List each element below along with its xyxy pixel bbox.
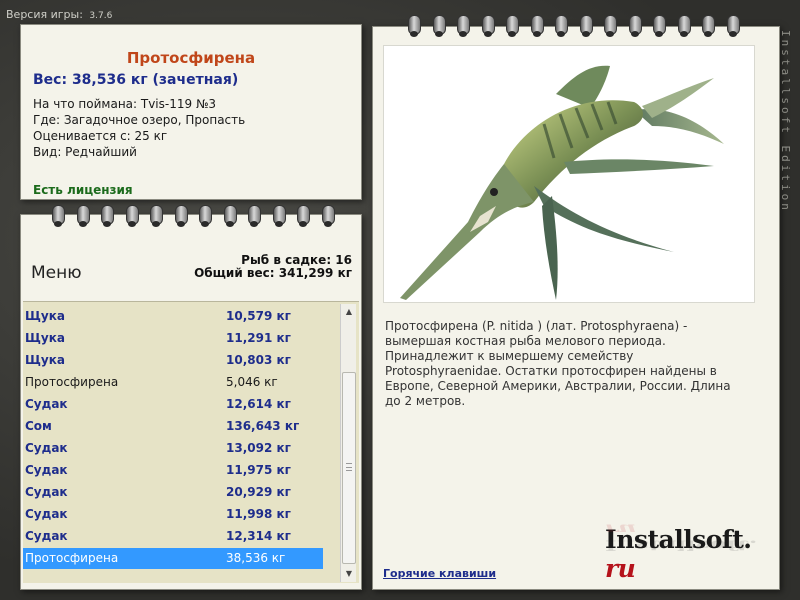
fish-name: Судак: [25, 485, 68, 499]
brand-suffix-reflection: ru: [605, 521, 637, 538]
location-info: Где: Загадочное озеро, Пропасть: [33, 113, 246, 127]
fish-weight: 10,579 кг: [226, 309, 291, 323]
ring-icon: [268, 205, 293, 229]
fish-weight: 11,975 кг: [226, 463, 291, 477]
fish-row[interactable]: Щука 11,291 кг: [25, 328, 322, 349]
fish-row[interactable]: Судак 20,929 кг: [25, 482, 322, 503]
logo-reflection: Installsoft. ru: [605, 521, 779, 553]
fish-weight: Вес: 38,536 кг (зачетная): [33, 72, 239, 88]
fish-name: Щука: [25, 353, 65, 367]
ring-icon: [219, 205, 244, 229]
ring-icon: [194, 205, 219, 229]
protosphyraena-illustration: [400, 65, 724, 300]
fish-name-title: Протосфирена: [126, 49, 256, 67]
cage-fish-list[interactable]: Щука 10,579 кг Щука 11,291 кг Щука 10,803 кг П…: [23, 301, 359, 583]
fish-image: [383, 45, 755, 303]
fish-name: Щука: [25, 331, 65, 345]
ring-icon: [170, 205, 195, 229]
brand-suffix: ru: [605, 554, 636, 583]
fish-weight: 11,998 кг: [226, 507, 291, 521]
fish-row[interactable]: Щука 10,803 кг: [25, 350, 322, 371]
ring-icon: [47, 205, 72, 229]
hotkeys-link[interactable]: Горячие клавиши: [383, 567, 496, 580]
ring-icon: [145, 205, 170, 229]
ring-icon: [575, 15, 600, 39]
selected-fish-row[interactable]: Протосфирена 38,536 кг: [23, 548, 323, 569]
version-label: Версия игры:: [6, 8, 83, 21]
fish-detail-card: Протосфирена (P. nitida ) (лат. Protosph…: [372, 15, 780, 590]
ring-icon: [96, 205, 121, 229]
fish-row[interactable]: Щука 10,579 кг: [25, 306, 322, 327]
binder-rings: [403, 15, 746, 39]
fish-weight: 12,614 кг: [226, 397, 291, 411]
version-number: 3.7.6: [89, 11, 113, 21]
fish-name: Сом: [25, 419, 52, 433]
fish-count: Рыб в садке: 16: [241, 253, 352, 267]
fish-name: Судак: [25, 507, 68, 521]
fish-row[interactable]: Судак 11,998 кг: [25, 504, 322, 525]
edition-watermark: Installsoft Edition: [779, 30, 792, 213]
fish-weight: 11,291 кг: [226, 331, 291, 345]
ring-icon: [292, 205, 317, 229]
fish-row[interactable]: Сом 136,643 кг: [25, 416, 322, 437]
ring-icon: [243, 205, 268, 229]
fish-name: Щука: [25, 309, 65, 323]
fish-row[interactable]: Судак 11,975 кг: [25, 460, 322, 481]
rarity-info: Вид: Редчайший: [33, 145, 137, 159]
fish-name: Протосфирена: [25, 551, 119, 565]
fish-weight: 38,536 кг: [226, 551, 286, 565]
fish-info-card: Протосфирена Вес: 38,536 кг (зачетная) Н…: [20, 24, 362, 200]
fish-row[interactable]: Судак 12,614 кг: [25, 394, 322, 415]
fish-weight: 10,803 кг: [226, 353, 291, 367]
fish-weight: 5,046 кг: [226, 375, 278, 389]
fish-weight: 136,643 кг: [226, 419, 300, 433]
fish-name: Судак: [25, 463, 68, 477]
fish-weight: 20,929 кг: [226, 485, 291, 499]
ring-icon: [526, 15, 551, 39]
fish-name: Протосфирена: [25, 375, 119, 389]
ring-icon: [648, 15, 673, 39]
ring-icon: [673, 15, 698, 39]
brand-main-reflection: Installsoft.: [605, 537, 758, 553]
list-scrollbar[interactable]: ▲ ▼: [340, 304, 356, 582]
fish-row[interactable]: Протосфирена 5,046 кг: [25, 372, 322, 393]
ring-icon: [501, 15, 526, 39]
total-weight: Общий вес: 341,299 кг: [194, 266, 352, 280]
ring-icon: [428, 15, 453, 39]
fish-description: Протосфирена (P. nitida ) (лат. Protosph…: [385, 319, 731, 408]
bait-info: На что поймана: Tvis-119 №3: [33, 97, 217, 111]
fish-weight: 13,092 кг: [226, 441, 291, 455]
menu-button[interactable]: Меню: [31, 263, 82, 283]
ring-icon: [477, 15, 502, 39]
fish-name: Судак: [25, 397, 68, 411]
ring-icon: [697, 15, 722, 39]
ring-icon: [550, 15, 575, 39]
cage-card: Меню Рыб в садке: 16 Общий вес: 341,299 …: [20, 205, 362, 590]
scroll-up-icon[interactable]: ▲: [341, 304, 357, 320]
valuation-info: Оценивается с: 25 кг: [33, 129, 168, 143]
license-status: Есть лицензия: [33, 183, 133, 197]
ring-icon: [452, 15, 477, 39]
ring-icon: [121, 205, 146, 229]
fish-row[interactable]: Судак 12,314 кг: [25, 526, 322, 547]
ring-icon: [722, 15, 747, 39]
scroll-down-icon[interactable]: ▼: [341, 566, 357, 582]
fish-row[interactable]: Судак 13,092 кг: [25, 438, 322, 459]
binder-rings: [47, 205, 341, 229]
fish-name: Судак: [25, 529, 68, 543]
ring-icon: [403, 15, 428, 39]
ring-icon: [317, 205, 342, 229]
scroll-thumb[interactable]: [342, 372, 356, 564]
ring-icon: [624, 15, 649, 39]
game-version: Версия игры: 3.7.6: [6, 8, 112, 21]
grip-icon: [346, 463, 352, 471]
fish-name: Судак: [25, 441, 68, 455]
ring-icon: [599, 15, 624, 39]
ring-icon: [72, 205, 97, 229]
fish-weight: 12,314 кг: [226, 529, 291, 543]
